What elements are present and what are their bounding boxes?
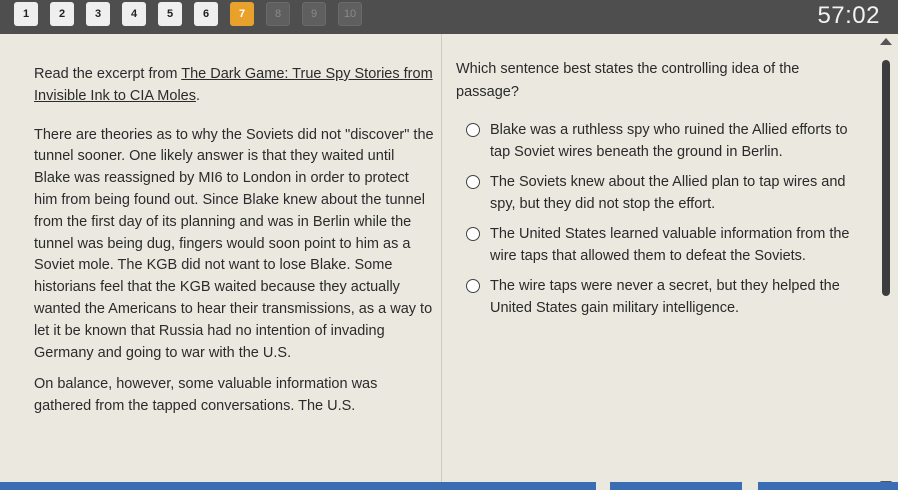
panel-divider xyxy=(441,34,442,490)
question-9-button[interactable]: 9 xyxy=(302,2,326,26)
radio-button-icon[interactable] xyxy=(466,175,480,189)
passage-intro: Read the excerpt from The Dark Game: Tru… xyxy=(34,64,434,108)
passage-paragraph-2: On balance, however, some valuable infor… xyxy=(34,376,378,415)
intro-suffix: . xyxy=(196,87,201,104)
question-panel: Which sentence best states the controlli… xyxy=(456,58,866,327)
top-bar: 1 2 3 4 5 6 7 8 9 10 57:02 xyxy=(0,0,898,34)
question-3-button[interactable]: 3 xyxy=(86,2,110,26)
question-text: Which sentence best states the controlli… xyxy=(456,61,800,100)
question-6-button[interactable]: 6 xyxy=(194,2,218,26)
radio-button-icon[interactable] xyxy=(466,123,480,137)
scroll-up-arrow-icon[interactable] xyxy=(880,38,892,45)
question-5-button[interactable]: 5 xyxy=(158,2,182,26)
passage-paragraph-1: There are theories as to why the Soviets… xyxy=(34,126,434,361)
radio-button-icon[interactable] xyxy=(466,279,480,293)
scroll-thumb[interactable] xyxy=(882,60,890,296)
question-10-button[interactable]: 10 xyxy=(338,2,362,26)
answer-option-4[interactable]: The wire taps were never a secret, but t… xyxy=(456,275,866,319)
question-8-button[interactable]: 8 xyxy=(266,2,290,26)
intro-prefix: Read the excerpt from xyxy=(34,66,182,82)
timer: 57:02 xyxy=(817,2,880,29)
question-navigation: 1 2 3 4 5 6 7 8 9 10 xyxy=(14,2,362,26)
bottom-toolbar xyxy=(0,482,898,490)
passage-panel: Read the excerpt from The Dark Game: Tru… xyxy=(34,64,434,428)
answer-option-label: The United States learned valuable infor… xyxy=(490,226,850,264)
question-7-button[interactable]: 7 xyxy=(230,2,254,26)
question-4-button[interactable]: 4 xyxy=(122,2,146,26)
answer-option-label: The Soviets knew about the Allied plan t… xyxy=(490,174,846,212)
scrollbar[interactable] xyxy=(880,38,892,488)
radio-button-icon[interactable] xyxy=(466,227,480,241)
answer-option-1[interactable]: Blake was a ruthless spy who ruined the … xyxy=(456,119,866,163)
answer-option-2[interactable]: The Soviets knew about the Allied plan t… xyxy=(456,171,866,215)
answer-option-label: The wire taps were never a secret, but t… xyxy=(490,278,840,316)
answer-options: Blake was a ruthless spy who ruined the … xyxy=(456,119,866,319)
question-2-button[interactable]: 2 xyxy=(50,2,74,26)
content-area: Read the excerpt from The Dark Game: Tru… xyxy=(0,34,898,490)
answer-option-label: Blake was a ruthless spy who ruined the … xyxy=(490,122,848,160)
answer-option-3[interactable]: The United States learned valuable infor… xyxy=(456,223,866,267)
question-1-button[interactable]: 1 xyxy=(14,2,38,26)
